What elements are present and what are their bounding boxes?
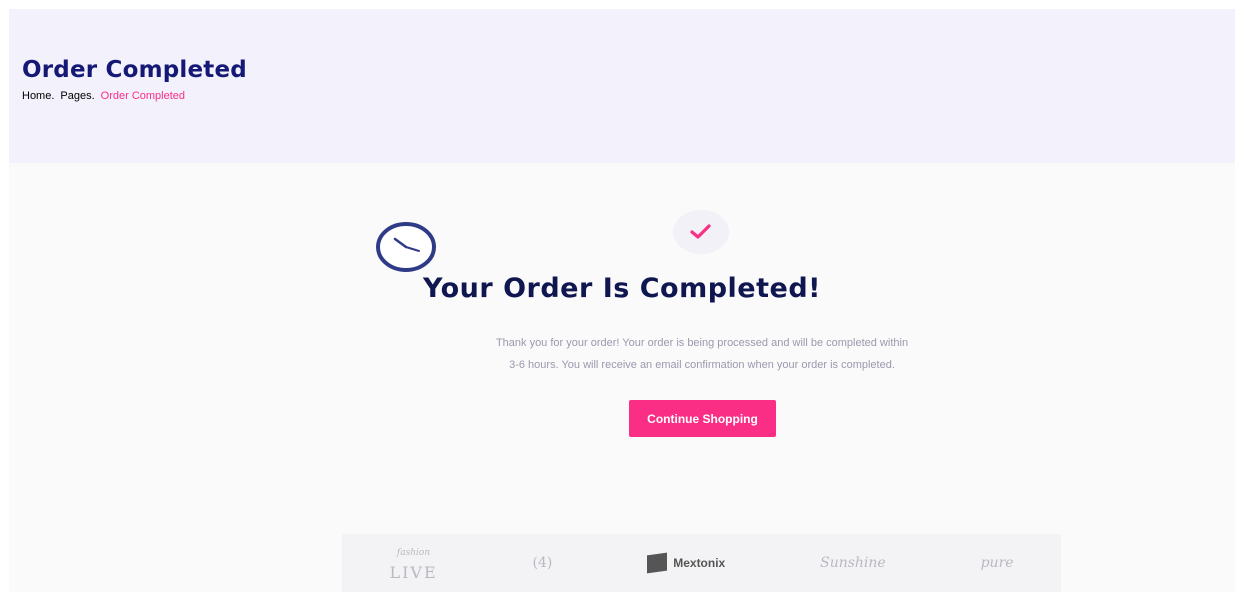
brand-logo-text: fashion (396, 548, 431, 558)
brand-logo-pure: pure (981, 555, 1014, 571)
clock-icon (375, 221, 437, 273)
brand-logo-fashion-live: fashion LIVE (389, 546, 438, 582)
page-header: Order Completed Home. Pages. Order Compl… (9, 9, 1235, 163)
brand-logo-text: Mextonix (673, 556, 726, 570)
confirmation-message: Thank you for your order! Your order is … (422, 332, 982, 376)
brand-logo-text: pure (980, 555, 1014, 571)
brand-logos: fashion LIVE (4) Mextonix Sunshine pure (342, 534, 1061, 592)
page-title: Order Completed (22, 57, 247, 83)
breadcrumb-home[interactable]: Home. (22, 90, 54, 102)
breadcrumb: Home. Pages. Order Completed (22, 90, 185, 102)
brand-logo-mextonix: Mextonix (647, 552, 726, 574)
brand-logo-4: (4) (533, 555, 553, 571)
confirmation-title: Your Order Is Completed! (423, 273, 821, 304)
confirmation-message-line: Thank you for your order! Your order is … (495, 337, 909, 349)
brand-logo-text: (4) (532, 555, 553, 571)
continue-shopping-button[interactable]: Continue Shopping (629, 400, 776, 437)
brand-logo-text: LIVE (389, 563, 438, 582)
cube-icon (647, 552, 668, 574)
page-frame: Order Completed Home. Pages. Order Compl… (9, 9, 1235, 592)
brand-logo-sunshine: Sunshine (820, 555, 886, 571)
breadcrumb-current: Order Completed (100, 90, 186, 102)
confirmation-message-line: 3-6 hours. You will receive an email con… (509, 359, 895, 371)
check-icon (690, 224, 711, 239)
brand-logo-text: Sunshine (820, 555, 886, 571)
check-badge (673, 210, 729, 254)
breadcrumb-pages[interactable]: Pages. (60, 90, 94, 102)
